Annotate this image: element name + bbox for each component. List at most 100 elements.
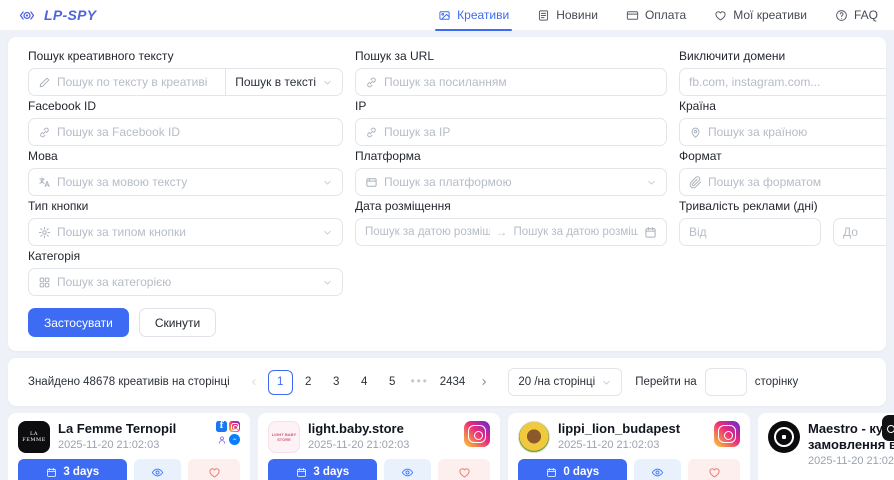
last-page-button[interactable]: 2434 [435, 370, 471, 395]
page-button[interactable]: 1 [268, 370, 293, 395]
results-summary: Знайдено 48678 креативів на сторінці [28, 376, 230, 388]
url-input[interactable] [384, 75, 657, 89]
language-select[interactable] [28, 168, 343, 196]
views-button[interactable] [384, 459, 431, 480]
platform-select[interactable] [355, 168, 667, 196]
card-actions: 3 days [268, 459, 490, 480]
date-from-input[interactable] [365, 226, 490, 238]
filter-label: Тип кнопки [28, 199, 343, 213]
platform-badges [464, 421, 490, 447]
views-button[interactable] [634, 459, 681, 480]
page-button[interactable]: 3 [324, 370, 349, 395]
card-header: Maestro - кухні, меблі на замовлення в У… [768, 421, 894, 467]
arrow-right-icon: → [496, 226, 508, 238]
eye-icon [401, 466, 414, 479]
card-title[interactable]: La Femme Ternopil [58, 421, 208, 437]
category-input[interactable] [57, 275, 316, 289]
location-pin-icon [689, 126, 702, 139]
goto-page: Перейти на сторінку [635, 368, 798, 396]
country-input[interactable] [708, 125, 886, 139]
days-label: 3 days [313, 466, 349, 478]
prev-page-button[interactable] [243, 370, 265, 395]
reset-button[interactable]: Скинути [139, 308, 216, 337]
facebook-id-input-wrap [28, 118, 343, 146]
format-input[interactable] [708, 175, 886, 189]
goto-page-input[interactable] [705, 368, 747, 396]
mode-value: Пошук в тексті [235, 75, 316, 89]
page-button[interactable]: 4 [352, 370, 377, 395]
language-input[interactable] [57, 175, 316, 189]
views-button[interactable] [134, 459, 181, 480]
ip-input[interactable] [384, 125, 657, 139]
creative-card[interactable]: lippi_lion_budapest 2025-11-20 21:02:03 … [508, 413, 750, 480]
page-body: Пошук креативного тексту Пошук в тексті … [0, 31, 894, 480]
filter-label: Виключити домени [679, 49, 886, 63]
nav-label: Мої креативи [733, 8, 807, 22]
filter-label: Пошук за URL [355, 49, 667, 63]
credit-card-icon [626, 9, 639, 22]
country-input-wrap [679, 118, 886, 146]
duration-button[interactable]: 3 days [268, 459, 377, 480]
filter-label: Тривалість реклами (дні) [679, 199, 886, 213]
text-search-mode-select[interactable]: Пошук в тексті [225, 68, 343, 96]
image-icon [438, 9, 451, 22]
duration-from-input[interactable] [689, 225, 811, 239]
date-range-picker[interactable]: → [355, 218, 667, 246]
exclude-domains-input[interactable] [689, 75, 886, 89]
exclude-domains-input-wrap [679, 68, 886, 96]
nav-tab-creatives[interactable]: Креативи [438, 0, 509, 31]
creative-card[interactable]: LA FEMME La Femme Ternopil 2025-11-20 21… [8, 413, 250, 480]
nav-tab-faq[interactable]: FAQ [835, 0, 878, 31]
nav-tab-news[interactable]: Новини [537, 0, 598, 31]
card-actions: 0 days [518, 459, 740, 480]
like-button[interactable] [188, 459, 240, 480]
ip-input-wrap [355, 118, 667, 146]
floating-widget[interactable] [882, 415, 894, 441]
page-button[interactable]: 2 [296, 370, 321, 395]
filter-platform: Платформа [355, 149, 667, 196]
filter-label: Мова [28, 149, 343, 163]
avatar: LIGHT BABY STORE [268, 421, 300, 453]
card-title[interactable]: lippi_lion_budapest [558, 421, 706, 437]
button-type-select[interactable] [28, 218, 343, 246]
duration-button[interactable]: 3 days [18, 459, 127, 480]
category-select[interactable] [28, 268, 343, 296]
filter-duration: Тривалість реклами (дні) [679, 199, 886, 246]
nav-tab-payment[interactable]: Оплата [626, 0, 686, 31]
apply-button[interactable]: Застосувати [28, 308, 129, 337]
page-size-select[interactable]: 20 /на сторінці [508, 368, 622, 396]
platform-input[interactable] [384, 175, 640, 189]
card-meta: light.baby.store 2025-11-20 21:02:03 [308, 421, 456, 451]
creative-card[interactable]: Maestro - кухні, меблі на замовлення в У… [758, 413, 894, 480]
nav-tab-my-creatives[interactable]: Мої креативи [714, 0, 807, 31]
button-type-input[interactable] [57, 225, 316, 239]
like-button[interactable] [688, 459, 740, 480]
format-select[interactable] [679, 168, 886, 196]
page-button[interactable]: 5 [380, 370, 405, 395]
like-button[interactable] [438, 459, 490, 480]
link-icon [365, 76, 378, 89]
avatar: LA FEMME [18, 421, 50, 453]
browser-icon [365, 176, 378, 189]
duration-button[interactable]: 0 days [518, 459, 627, 480]
filter-url: Пошук за URL [355, 49, 667, 96]
chevron-down-icon [322, 177, 333, 188]
chevron-down-icon [646, 177, 657, 188]
duration-from-wrap [679, 218, 821, 246]
duration-to-wrap [833, 218, 886, 246]
card-date: 2025-11-20 21:02:03 [58, 439, 208, 451]
heart-icon [458, 466, 471, 479]
filter-label: Facebook ID [28, 99, 343, 113]
duration-to-input[interactable] [843, 225, 886, 239]
next-page-button[interactable] [473, 370, 495, 395]
logo[interactable]: LP-SPY [16, 7, 96, 24]
date-to-input[interactable] [514, 226, 639, 238]
card-header: LA FEMME La Femme Ternopil 2025-11-20 21… [18, 421, 240, 453]
creative-card[interactable]: LIGHT BABY STORE light.baby.store 2025-1… [258, 413, 500, 480]
creative-text-input[interactable] [57, 75, 216, 89]
card-title[interactable]: light.baby.store [308, 421, 456, 437]
instagram-icon [229, 421, 240, 432]
filter-label: IP [355, 99, 667, 113]
facebook-id-input[interactable] [57, 125, 333, 139]
instagram-icon [714, 421, 740, 447]
